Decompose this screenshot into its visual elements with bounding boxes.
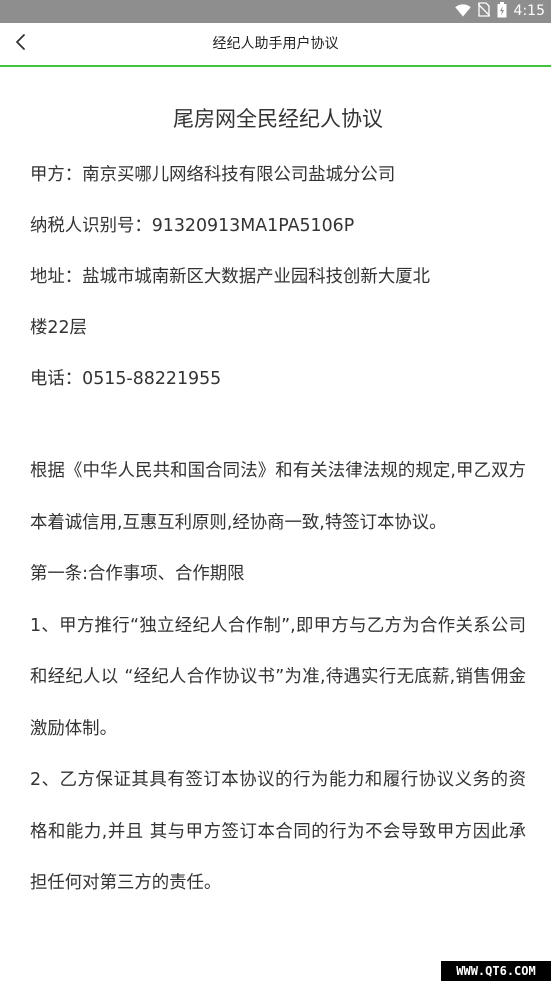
watermark: WWW.QT6.COM xyxy=(441,961,551,981)
intro-paragraph: 根据《中华人民共和国合同法》和有关法律法规的规定,甲乙双方本着诚信用,互惠互利原… xyxy=(30,461,526,533)
tax-id-line: 纳税人识别号：91320913MA1PA5106P xyxy=(30,216,355,236)
battery-icon xyxy=(497,1,507,22)
no-sim-icon xyxy=(477,2,491,21)
status-icons: 4:15 xyxy=(454,1,545,22)
status-time: 4:15 xyxy=(513,3,545,19)
wifi-icon xyxy=(454,2,471,21)
address-line-2: 楼22层 xyxy=(30,318,87,338)
party-a-line: 甲方：南京买哪儿网络科技有限公司盐城分公司 xyxy=(30,165,396,185)
clause-paragraph: 1、甲方推行“独立经纪人合作制”,即甲方与乙方为合作关系公司和经纪人以 “经纪人… xyxy=(30,615,526,739)
article-heading: 第一条:合作事项、合作期限 xyxy=(30,564,245,584)
status-bar: 4:15 xyxy=(0,0,551,23)
clause-paragraph: 2、乙方保证其具有签订本协议的行为能力和履行协议义务的资格和能力,并且 其与甲方… xyxy=(30,770,526,893)
phone-line: 电话：0515-88221955 xyxy=(30,369,222,389)
document-title: 尾房网全民经纪人协议 xyxy=(173,107,383,131)
agreement-content: 尾房网全民经纪人协议 甲方：南京买哪儿网络科技有限公司盐城分公司 纳税人识别号：… xyxy=(30,67,526,910)
page-title: 经纪人助手用户协议 xyxy=(212,36,339,52)
address-line-1: 地址：盐城市城南新区大数据产业园科技创新大厦北 xyxy=(30,267,430,287)
nav-bar: 经纪人助手用户协议 xyxy=(0,23,551,67)
